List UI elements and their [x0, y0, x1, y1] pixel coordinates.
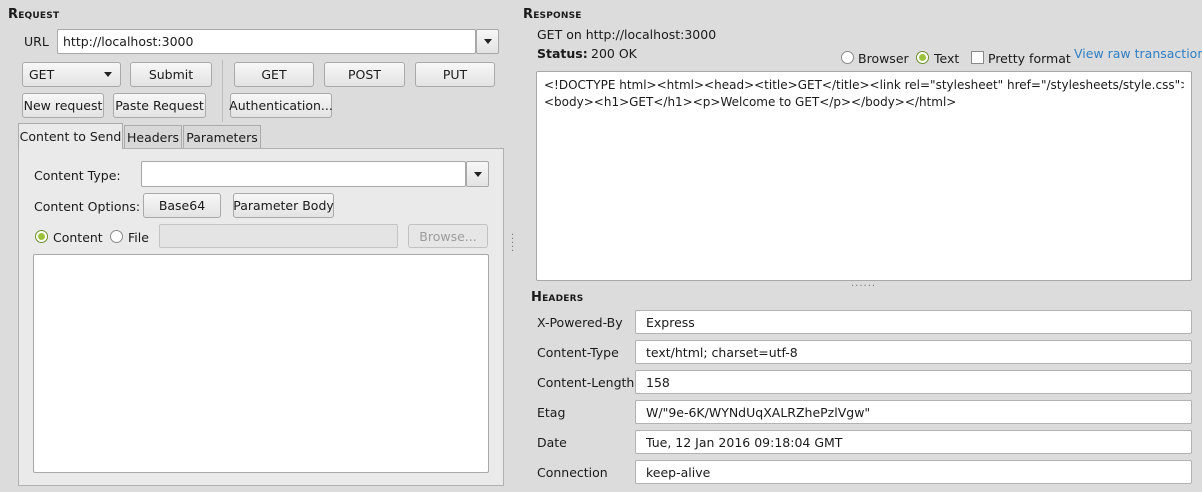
view-raw-transaction-link[interactable]: View raw transaction [1074, 46, 1202, 61]
file-radio[interactable] [110, 230, 123, 243]
content-body-textarea[interactable] [33, 254, 489, 473]
post-button[interactable]: POST [324, 62, 405, 87]
text-radio[interactable] [916, 51, 929, 64]
file-radio-label: File [128, 230, 149, 245]
chevron-down-icon [473, 171, 482, 177]
browser-radio-label: Browser [858, 51, 909, 66]
header-value[interactable]: 158 [635, 370, 1192, 394]
header-value[interactable]: text/html; charset=utf-8 [635, 340, 1192, 364]
get-button[interactable]: GET [234, 62, 314, 87]
header-value[interactable]: W/"9e-6K/WYNdUqXALRZhePzlVgw" [635, 400, 1192, 424]
base64-button[interactable]: Base64 [143, 193, 221, 218]
browse-button: Browse... [408, 224, 488, 248]
content-type-dropdown[interactable] [466, 161, 489, 187]
tab-headers[interactable]: Headers [124, 125, 182, 149]
response-body-line: <body><h1>GET</h1><p>Welcome to GET</p><… [544, 95, 957, 109]
authentication-button[interactable]: Authentication... [229, 93, 333, 118]
header-name: X-Powered-By [537, 315, 623, 330]
header-value[interactable]: Express [635, 310, 1192, 334]
content-radio-label: Content [53, 230, 103, 245]
response-summary: GET on http://localhost:3000 [537, 27, 717, 42]
response-body-text[interactable]: <!DOCTYPE html><html><head><title>GET</t… [536, 71, 1192, 281]
headers-section-title: Headers [531, 290, 584, 305]
text-radio-label: Text [934, 51, 960, 66]
header-name: Date [537, 435, 567, 450]
toolbar-divider [222, 60, 223, 122]
put-button[interactable]: PUT [415, 62, 495, 87]
chevron-down-icon [483, 39, 492, 44]
method-select-value: GET [29, 67, 55, 82]
content-type-input[interactable] [141, 161, 466, 187]
submit-button[interactable]: Submit [130, 62, 212, 87]
status-label: Status: [537, 46, 588, 61]
browser-radio[interactable] [841, 51, 854, 64]
tab-parameters[interactable]: Parameters [183, 125, 261, 149]
vertical-splitter-handle[interactable]: · · · · · [511, 231, 514, 257]
new-request-button[interactable]: New request [22, 93, 104, 118]
tab-content-to-send[interactable]: Content to Send [18, 123, 123, 149]
file-path-input [159, 224, 398, 248]
url-history-dropdown[interactable] [476, 29, 499, 54]
header-name: Content-Length [537, 375, 635, 390]
pretty-format-label: Pretty format [988, 51, 1071, 66]
header-name: Etag [537, 405, 566, 420]
url-label: URL [24, 34, 49, 49]
header-value[interactable]: Tue, 12 Jan 2016 09:18:04 GMT [635, 430, 1192, 454]
header-value[interactable]: keep-alive [635, 460, 1192, 484]
horizontal-splitter-handle[interactable]: ······ [851, 281, 876, 292]
content-radio[interactable] [35, 230, 48, 243]
chevron-down-icon [104, 72, 112, 77]
url-input[interactable]: http://localhost:3000 [57, 29, 476, 54]
parameter-body-button[interactable]: Parameter Body [233, 193, 334, 218]
content-options-label: Content Options: [34, 199, 141, 214]
paste-request-button[interactable]: Paste Request [113, 93, 206, 118]
request-section-title: Request [8, 7, 60, 22]
status-value: 200 OK [591, 46, 637, 61]
header-name: Connection [537, 465, 608, 480]
response-body-line: <!DOCTYPE html><html><head><title>GET</t… [544, 78, 1184, 92]
method-select[interactable]: GET [22, 62, 121, 87]
header-name: Content-Type [537, 345, 619, 360]
pretty-format-checkbox[interactable] [971, 51, 984, 64]
response-section-title: Response [523, 7, 582, 22]
content-type-label: Content Type: [34, 168, 121, 183]
